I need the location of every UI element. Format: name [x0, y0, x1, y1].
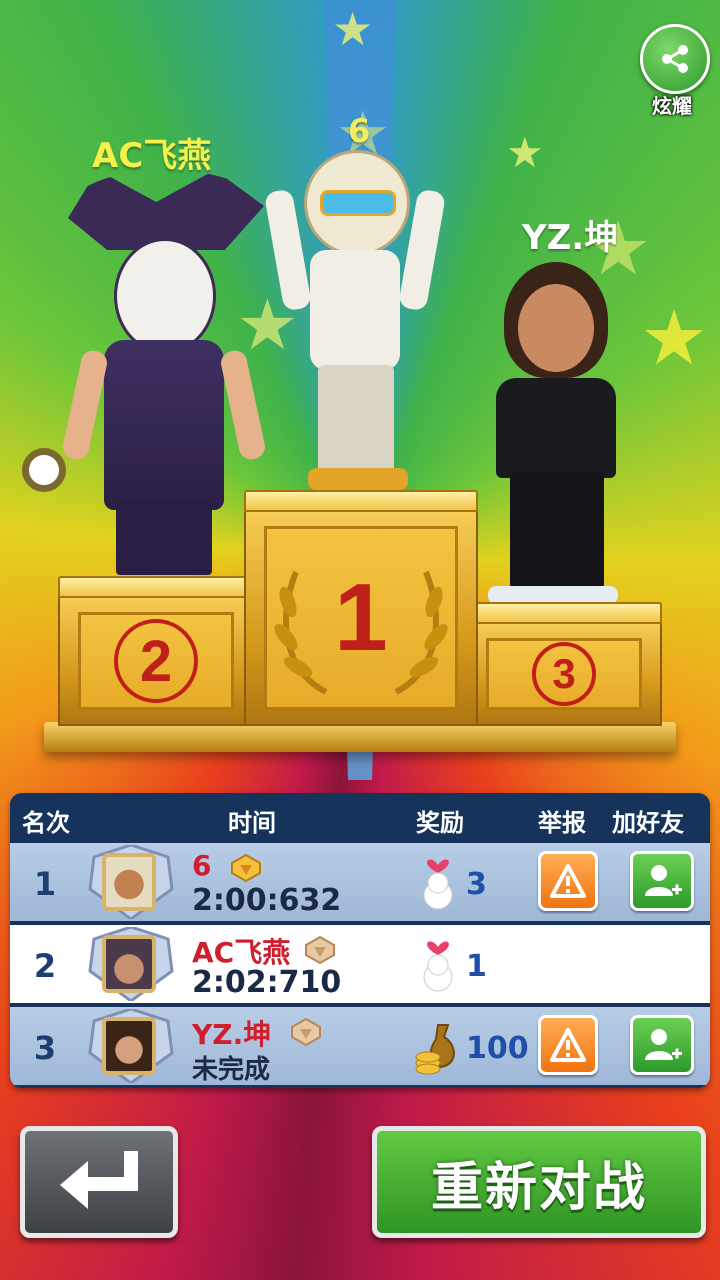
table-row: 2 AC飞燕 2:02:710 1	[10, 925, 710, 1003]
lucky-cat-icon	[423, 859, 453, 910]
row-rank: 3	[33, 1029, 57, 1067]
star-decoration: ★	[640, 293, 709, 382]
character-body	[310, 250, 400, 370]
coin-bag-icon	[415, 1024, 455, 1075]
podium-second: 2	[58, 576, 254, 726]
share-icon	[662, 45, 688, 73]
bronze-rank-badge-icon	[291, 1017, 321, 1047]
character-shoes	[308, 468, 408, 490]
header-report: 举报	[538, 809, 586, 837]
reward-value: 1	[466, 949, 487, 984]
reward-value: 3	[466, 867, 487, 902]
bronze-rank-badge-icon	[305, 935, 335, 965]
warning-icon	[550, 864, 586, 898]
report-button[interactable]	[538, 851, 598, 911]
jester-legs	[116, 500, 212, 575]
jester-arm-right	[218, 348, 268, 462]
results-table: 名次 时间 奖励 举报 加好友 1 6 2:00:632 3 2 AC飞燕 2:…	[10, 793, 710, 1088]
podium-third: 3	[466, 602, 662, 726]
side-indicator-dot[interactable]	[22, 448, 66, 492]
share-label: 炫耀	[652, 94, 692, 118]
table-row: 1 6 2:00:632 3	[10, 843, 710, 921]
add-user-icon	[645, 1029, 682, 1060]
add-friend-button[interactable]	[630, 1015, 694, 1075]
star-decoration: ★	[506, 128, 544, 177]
return-arrow-icon	[60, 1151, 138, 1209]
podium-name-first-place: 6	[348, 112, 371, 150]
laurel-wreath-icon	[274, 570, 448, 695]
player-name: 6	[192, 849, 212, 882]
row-rank: 1	[33, 865, 57, 903]
rank-number-2: 2	[114, 619, 198, 703]
podium-base	[44, 722, 676, 752]
character-legs	[510, 472, 604, 590]
first-place-character	[263, 150, 447, 500]
character-face	[518, 284, 594, 372]
jester-mask	[114, 238, 216, 354]
second-place-character	[60, 170, 268, 580]
third-place-character	[466, 262, 646, 612]
podium-name-second-place: AC飞燕	[92, 136, 212, 176]
podium-name-third-place: YZ.坤	[522, 218, 619, 258]
rank-number-3: 3	[532, 642, 596, 706]
player-time: 未完成	[192, 1055, 271, 1085]
table-header: 名次 时间 奖励 举报 加好友	[10, 793, 710, 841]
player-time: 2:02:710	[192, 965, 342, 1000]
rematch-button[interactable]: 重新对战	[372, 1126, 706, 1238]
avatar[interactable]	[86, 1009, 176, 1083]
report-button[interactable]	[538, 1015, 598, 1075]
avatar[interactable]	[86, 927, 176, 1001]
back-button[interactable]	[20, 1126, 178, 1238]
avatar[interactable]	[86, 845, 176, 919]
row-rank: 2	[33, 947, 57, 985]
podium-scene: ★ ★ ★ ★ ★ ★ AC飞燕 6 YZ.坤 2 3 1 炫耀	[0, 0, 720, 1280]
lucky-cat-icon	[423, 941, 453, 992]
header-add-friend: 加好友	[612, 809, 684, 837]
player-name: YZ.坤	[192, 1018, 272, 1051]
share-button[interactable]	[640, 24, 710, 94]
sunglasses	[320, 190, 396, 216]
jester-arm-left	[60, 348, 110, 462]
gold-rank-badge-icon	[231, 853, 261, 883]
add-friend-button[interactable]	[630, 851, 694, 911]
jester-body	[104, 340, 224, 510]
player-time: 2:00:632	[192, 883, 342, 918]
header-rank: 名次	[22, 809, 70, 837]
add-user-icon	[645, 865, 682, 896]
character-legs	[318, 365, 394, 475]
header-time: 时间	[228, 809, 276, 837]
header-reward: 奖励	[416, 809, 464, 837]
warning-icon	[550, 1028, 586, 1062]
character-suit	[496, 378, 616, 478]
reward-value: 100	[466, 1031, 529, 1066]
star-decoration: ★	[332, 2, 374, 56]
table-row: 3 YZ.坤 未完成 100	[10, 1007, 710, 1085]
podium-first: 1	[244, 490, 478, 726]
